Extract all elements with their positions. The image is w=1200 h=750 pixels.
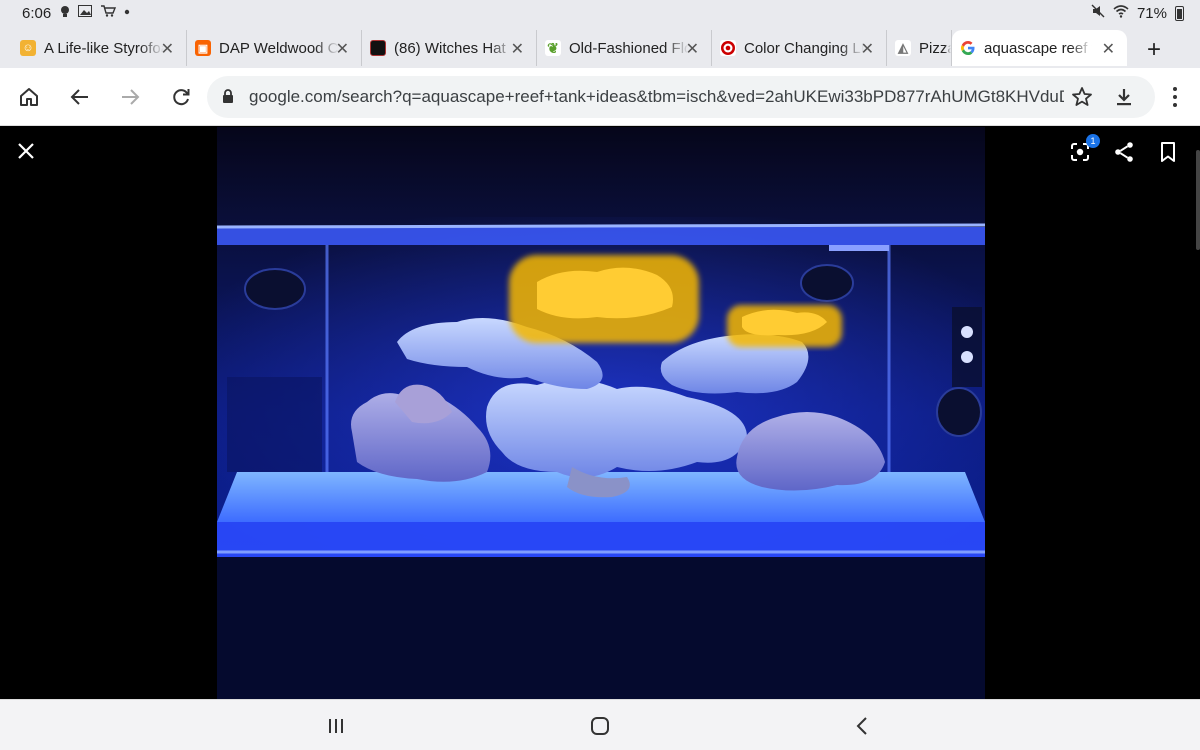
tab-title: Old-Fashioned Flower [569,39,689,57]
close-viewer-button[interactable] [14,139,38,163]
new-tab-button[interactable]: + [1140,36,1168,64]
tab-title: Color Changing LED [744,39,864,57]
tab-4[interactable]: Color Changing LED ✕ [712,30,887,66]
system-nav-bar [0,699,1200,750]
close-tab-icon[interactable]: ✕ [511,39,524,59]
tab-title: DAP Weldwood Contact [219,39,339,57]
home-nav-button[interactable] [586,712,614,740]
close-tab-icon[interactable]: ✕ [161,39,174,59]
battery-icon [1175,5,1184,21]
lock-icon [222,89,234,109]
battery-percent: 71% [1136,4,1167,22]
share-icon [1115,142,1133,162]
overflow-menu-icon[interactable] [1163,80,1187,114]
aquarium-photo[interactable] [217,127,985,699]
mute-icon [1091,4,1105,22]
tab-title: (86) Witches Hat [394,39,506,57]
cart-icon [100,5,117,22]
bookmark-star-icon[interactable] [1070,85,1094,114]
person-emoji-icon: ☺ [20,40,36,56]
forward-arrow-icon [122,89,140,105]
image-icon [78,5,92,22]
chevron-left-icon [856,717,867,735]
dot-icon [124,5,130,22]
home-icon [20,88,38,106]
tab-2[interactable]: (86) Witches Hat ✕ [362,30,537,66]
tab-0[interactable]: ☺ A Life-like Styrofoam ✕ [12,30,187,66]
aquarium-image [217,127,985,699]
url-text[interactable]: google.com/search?q=aquascape+reef+tank+… [249,87,1064,107]
wifi-icon [1113,4,1129,22]
lightbulb-icon [60,5,70,22]
back-button[interactable] [66,83,94,111]
tab-3[interactable]: ❦ Old-Fashioned Flower ✕ [537,30,712,66]
address-bar[interactable]: google.com/search?q=aquascape+reef+tank+… [207,76,1155,118]
tab-title: A Life-like Styrofoam [44,39,164,57]
reload-icon [173,89,190,106]
target-icon [720,40,736,56]
close-tab-icon[interactable]: ✕ [1102,39,1115,59]
back-arrow-icon [70,89,88,105]
recents-button[interactable] [322,712,350,740]
home-button[interactable] [15,83,43,111]
forward-button[interactable] [116,83,144,111]
tab-5[interactable]: ◭ Pizza [887,30,952,66]
home-depot-icon: ▣ [195,40,211,56]
share-button[interactable] [1112,140,1136,164]
reload-button[interactable] [167,83,195,111]
close-tab-icon[interactable]: ✕ [686,39,699,59]
browser-toolbar: google.com/search?q=aquascape+reef+tank+… [0,68,1200,126]
lens-count-badge: 1 [1086,134,1100,148]
close-tab-icon[interactable]: ✕ [336,39,349,59]
tab-title: aquascape reef tank ideas [984,39,1092,57]
home-circle-icon [591,717,609,735]
status-notification-icons [60,5,130,22]
back-nav-button[interactable] [849,712,877,740]
save-button[interactable] [1156,140,1180,164]
tab-title: Pizza [919,39,951,57]
tab-strip: ☺ A Life-like Styrofoam ✕ ▣ DAP Weldwood… [0,28,1200,68]
tab-6-active[interactable]: aquascape reef tank ideas ✕ [952,30,1127,66]
tab-1[interactable]: ▣ DAP Weldwood Contact ✕ [187,30,362,66]
recents-icon [329,719,343,733]
leaf-icon: ❦ [545,40,561,56]
status-time: 6:06 [22,5,52,22]
google-icon [960,40,976,56]
pizza-icon: ◭ [895,40,911,56]
close-icon [18,143,34,159]
video-channel-icon [370,40,386,56]
status-bar: 6:06 71% [0,0,1200,28]
bookmark-icon [1161,142,1175,162]
side-scroll-handle[interactable] [1196,150,1200,250]
close-tab-icon[interactable]: ✕ [861,39,874,59]
download-icon[interactable] [1112,85,1136,114]
